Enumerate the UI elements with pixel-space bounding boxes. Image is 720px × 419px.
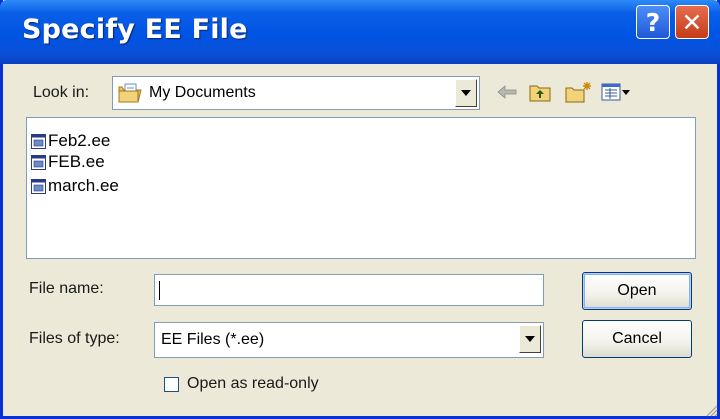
files-of-type-dropdown[interactable]: EE Files (*.ee) — [154, 322, 544, 358]
file-name: Feb2.ee — [48, 131, 111, 150]
look-in-dropdown[interactable]: My Documents — [112, 76, 480, 110]
close-button[interactable]: ✕ — [675, 5, 709, 39]
file-name-input[interactable] — [154, 274, 544, 306]
my-documents-folder-icon — [118, 83, 142, 103]
list-item[interactable]: FEB.ee — [31, 151, 105, 173]
ee-file-icon — [31, 178, 46, 194]
view-menu-icon — [601, 83, 630, 101]
look-in-dropdown-button[interactable] — [455, 79, 477, 107]
open-read-only-checkbox[interactable] — [164, 377, 179, 392]
up-one-level-button[interactable] — [527, 80, 553, 104]
create-new-folder-icon — [565, 82, 591, 103]
text-caret — [159, 281, 160, 300]
up-one-level-icon — [529, 85, 551, 102]
files-of-type-label: Files of type: — [29, 330, 120, 347]
look-in-label: Look in: — [33, 84, 90, 101]
open-button[interactable]: Open — [582, 272, 692, 310]
files-of-type-value: EE Files (*.ee) — [161, 331, 265, 348]
help-button[interactable]: ? — [636, 5, 670, 39]
ee-file-icon — [31, 154, 46, 170]
back-arrow-icon — [497, 85, 517, 99]
dialog-title: Specify EE File — [22, 14, 248, 45]
title-bar[interactable]: Specify EE File ? ✕ — [0, 0, 720, 64]
files-of-type-dropdown-button[interactable] — [519, 325, 541, 353]
cancel-button[interactable]: Cancel — [582, 320, 692, 358]
ee-file-icon — [31, 133, 46, 149]
file-list[interactable]: Feb2.ee FEB.ee march.ee — [26, 117, 696, 259]
back-button[interactable] — [494, 80, 520, 104]
close-icon: ✕ — [681, 7, 703, 37]
file-name: march.ee — [48, 176, 119, 195]
view-menu-button[interactable] — [600, 80, 632, 104]
list-item[interactable]: Feb2.ee — [31, 130, 110, 152]
create-new-folder-button[interactable] — [564, 80, 594, 104]
list-item[interactable]: march.ee — [31, 175, 119, 197]
file-name-label: File name: — [29, 280, 104, 297]
chevron-down-icon — [525, 336, 535, 342]
chevron-down-icon — [461, 90, 471, 96]
help-icon: ? — [645, 7, 661, 37]
open-read-only-label: Open as read-only — [187, 375, 319, 392]
resize-grip-icon[interactable] — [704, 403, 718, 417]
file-name: FEB.ee — [48, 152, 105, 171]
look-in-value: My Documents — [149, 84, 256, 101]
